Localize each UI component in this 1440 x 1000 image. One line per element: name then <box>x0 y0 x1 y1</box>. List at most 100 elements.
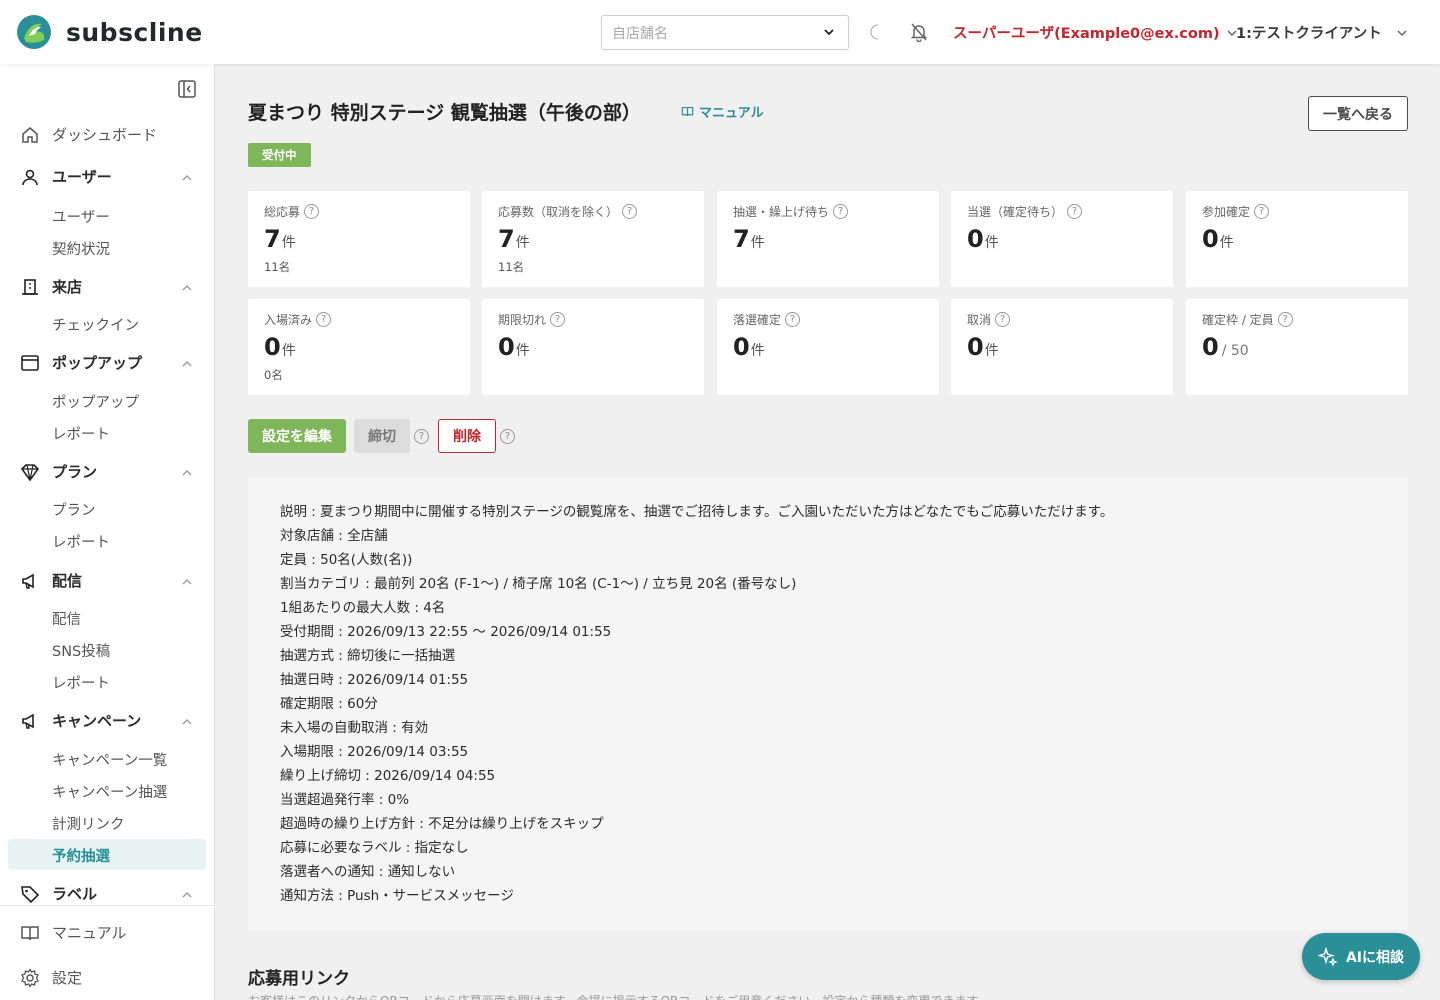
sidebar-group-popup[interactable]: ポップアップ <box>20 352 142 373</box>
chevron-up-icon[interactable] <box>181 576 193 588</box>
detail-item: 落選者への通知 : 通知しない <box>280 864 456 880</box>
detail-item: 1組あたりの最大人数 : 4名 <box>280 600 446 616</box>
status-badge: 受付中 <box>248 143 311 167</box>
help-icon[interactable]: ? <box>316 312 332 327</box>
sidebar-group-delivery[interactable]: 配信 <box>20 570 82 591</box>
delete-button[interactable]: 削除 <box>438 419 496 453</box>
back-to-list-button[interactable]: 一覧へ戻る <box>1308 96 1408 131</box>
stat-card-waiting: 抽選・繰上げ待ち? 7件 <box>717 191 939 287</box>
user-menu[interactable]: スーパーユーザ(Example0@ex.com) <box>953 22 1238 43</box>
sidebar-item-reservation-lottery[interactable]: 予約抽選 <box>52 845 110 866</box>
chevron-down-icon <box>824 29 834 36</box>
help-icon[interactable]: ? <box>304 204 320 219</box>
window-icon <box>21 354 39 371</box>
stat-label: 入場済み <box>264 313 313 327</box>
detail-item: 抽選日時 : 2026/09/14 01:55 <box>280 672 469 688</box>
stat-label: 総応募 <box>264 205 301 219</box>
sidebar-item-plan-report[interactable]: レポート <box>52 531 110 552</box>
details-list: 説明 : 夏まつり期間中に開催する特別ステージの観覧席を、抽選でご招待します。ご… <box>280 502 1113 910</box>
help-icon[interactable]: ? <box>833 204 849 219</box>
chevron-up-icon[interactable] <box>181 172 193 184</box>
edit-settings-button[interactable]: 設定を編集 <box>248 419 346 453</box>
stat-value: 0 <box>1202 333 1219 361</box>
chevron-up-icon[interactable] <box>181 889 193 901</box>
chevron-up-icon[interactable] <box>181 716 193 728</box>
sidebar-group-label-text: ラベル <box>52 885 98 903</box>
stat-card-won: 当選（確定待ち）? 0件 <box>951 191 1173 287</box>
stat-unit: 件 <box>1219 235 1234 251</box>
chevron-up-icon[interactable] <box>181 467 193 479</box>
stat-sub: 0名 <box>264 368 283 382</box>
client-menu[interactable]: 1:テストクライアント <box>1236 22 1408 43</box>
sidebar-group-label: 来店 <box>52 278 83 296</box>
manual-link[interactable]: マニュアル <box>681 102 764 121</box>
sidebar-group-label[interactable]: ラベル <box>20 883 97 904</box>
sidebar-item-settings[interactable]: 設定 <box>20 967 82 988</box>
stat-card-capacity: 確定枠 / 定員? 0/ 50 <box>1186 299 1408 395</box>
detail-item: 繰り上げ締切 : 2026/09/14 04:55 <box>280 768 496 784</box>
stat-sub: 11名 <box>498 260 525 274</box>
stat-label: 取消 <box>967 313 992 327</box>
sidebar-group-users[interactable]: ユーザー <box>20 166 112 187</box>
sidebar-group-plan[interactable]: プラン <box>20 461 97 482</box>
help-icon[interactable]: ? <box>622 204 638 219</box>
sidebar-item-label: マニュアル <box>52 924 127 942</box>
sidebar-item-contracts[interactable]: 契約状況 <box>52 238 110 259</box>
stat-value: 7 <box>733 225 750 253</box>
ai-consult-button[interactable]: AIに相談 <box>1302 933 1420 980</box>
sidebar-item-plan[interactable]: プラン <box>52 499 96 520</box>
chevron-down-icon <box>1397 29 1407 36</box>
sidebar-item-campaign-list[interactable]: キャンペーン一覧 <box>52 749 167 770</box>
detail-item: 応募に必要なラベル : 指定なし <box>280 840 469 856</box>
detail-item: 超過時の繰り上げ方針 : 不足分は繰り上げをスキップ <box>280 816 604 832</box>
chevron-up-icon[interactable] <box>181 282 193 294</box>
sidebar-group-campaign[interactable]: キャンペーン <box>20 710 141 731</box>
help-icon[interactable]: ? <box>785 312 801 327</box>
sidebar-item-popup-report[interactable]: レポート <box>52 423 110 444</box>
diamond-icon <box>20 463 40 481</box>
sidebar-group-label: プラン <box>52 463 98 481</box>
stat-unit: 件 <box>750 235 765 251</box>
sidebar-item-dashboard[interactable]: ダッシュボード <box>20 124 157 145</box>
sidebar-group-visits[interactable]: 来店 <box>20 276 82 297</box>
stat-card-total: 総応募? 7件 11名 <box>248 191 470 287</box>
chevron-up-icon[interactable] <box>181 358 193 370</box>
store-select[interactable]: 自店舗名 <box>601 15 849 50</box>
close-entries-button[interactable]: 締切 <box>354 419 410 453</box>
logo-text: subscline <box>66 17 203 47</box>
stat-card-confirmed: 参加確定? 0件 <box>1186 191 1408 287</box>
stat-card-valid: 応募数（取消を除く）? 7件 11名 <box>482 191 704 287</box>
stat-card-lost: 落選確定? 0件 <box>717 299 939 395</box>
sidebar-item-campaign-lottery[interactable]: キャンペーン抽選 <box>52 781 167 802</box>
sidebar-item-checkin[interactable]: チェックイン <box>52 314 139 335</box>
stat-sub: 11名 <box>264 260 291 274</box>
sidebar-item-tracking-link[interactable]: 計測リンク <box>52 813 125 834</box>
help-icon[interactable]: ? <box>1254 204 1270 219</box>
stat-value: 0 <box>967 333 984 361</box>
sidebar-collapse-icon[interactable] <box>177 79 197 99</box>
stat-label: 参加確定 <box>1202 205 1251 219</box>
sidebar-item-manual[interactable]: マニュアル <box>20 922 127 943</box>
app-logo[interactable]: subscline <box>16 14 203 50</box>
sidebar-item-popup[interactable]: ポップアップ <box>52 391 139 412</box>
sidebar-item-delivery[interactable]: 配信 <box>52 608 81 629</box>
subscline-logo-icon <box>17 15 51 49</box>
moon-icon[interactable] <box>866 22 886 42</box>
sidebar-item-users[interactable]: ユーザー <box>52 206 110 227</box>
help-icon[interactable]: ? <box>500 429 515 444</box>
bell-off-icon[interactable] <box>909 22 929 42</box>
sidebar-footer: マニュアル 設定 <box>0 905 214 1000</box>
help-icon[interactable]: ? <box>414 429 429 444</box>
help-icon[interactable]: ? <box>1277 312 1293 327</box>
detail-item: 対象店舗 : 全店舗 <box>280 528 388 544</box>
sidebar-item-sns-post[interactable]: SNS投稿 <box>52 640 110 661</box>
entry-link-section-subtitle: お客様はこのリンクからQRコードから応募画面を開けます。会場に掲示するQRコード… <box>248 992 1148 1000</box>
help-icon[interactable]: ? <box>1067 204 1083 219</box>
sparkle-icon <box>1317 946 1338 967</box>
stat-unit: 件 <box>515 343 530 359</box>
help-icon[interactable]: ? <box>995 312 1011 327</box>
stat-unit: 件 <box>750 343 765 359</box>
book-icon <box>21 925 39 940</box>
help-icon[interactable]: ? <box>550 312 566 327</box>
sidebar-item-delivery-report[interactable]: レポート <box>52 672 110 693</box>
